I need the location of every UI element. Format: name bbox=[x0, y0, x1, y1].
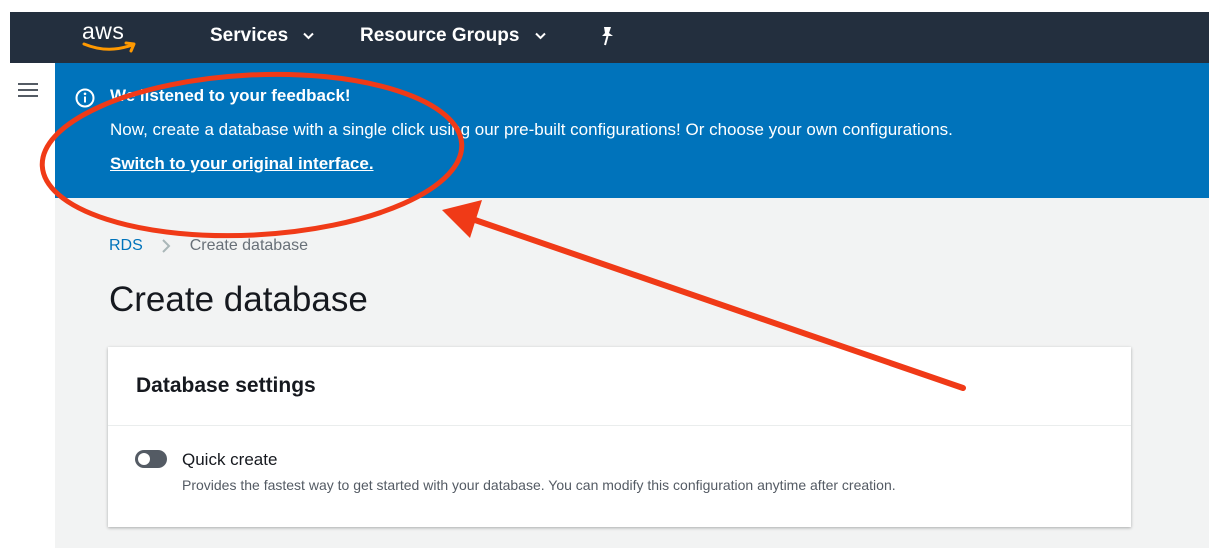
panel-header: Database settings bbox=[108, 347, 1131, 426]
banner-message: Now, create a database with a single cli… bbox=[110, 120, 953, 139]
database-settings-panel: Database settings Quick create Provides … bbox=[108, 347, 1131, 527]
resource-groups-label: Resource Groups bbox=[360, 25, 520, 46]
resource-groups-menu-button[interactable]: Resource Groups bbox=[360, 25, 546, 47]
toggle-knob bbox=[138, 453, 150, 465]
hamburger-menu-icon[interactable] bbox=[18, 82, 38, 98]
banner-title: We listened to your feedback! bbox=[110, 86, 351, 105]
breadcrumb-rds-link[interactable]: RDS bbox=[109, 237, 143, 254]
feedback-info-banner: We listened to your feedback! Now, creat… bbox=[55, 63, 1209, 198]
pin-icon[interactable] bbox=[598, 26, 616, 46]
breadcrumb-current: Create database bbox=[189, 237, 308, 254]
breadcrumb: RDS Create database bbox=[109, 237, 308, 255]
chevron-right-icon bbox=[162, 239, 171, 253]
left-rail bbox=[0, 63, 56, 548]
chevron-down-icon bbox=[303, 32, 315, 40]
aws-logo[interactable]: aws bbox=[82, 16, 142, 58]
page-title: Create database bbox=[109, 280, 368, 319]
quick-create-description: Provides the fastest way to get started … bbox=[182, 477, 896, 493]
aws-smile-icon bbox=[82, 41, 136, 53]
services-menu-button[interactable]: Services bbox=[210, 25, 315, 47]
panel-title: Database settings bbox=[136, 374, 316, 397]
quick-create-label: Quick create bbox=[182, 450, 278, 469]
quick-create-toggle[interactable] bbox=[135, 450, 167, 468]
chevron-down-icon bbox=[535, 32, 546, 40]
main-content: RDS Create database Create database Data… bbox=[55, 198, 1209, 548]
top-nav-bar: aws Services Resource Groups bbox=[10, 12, 1209, 63]
switch-to-original-interface-link[interactable]: Switch to your original interface. bbox=[110, 154, 374, 174]
services-label: Services bbox=[210, 25, 289, 46]
info-icon bbox=[75, 88, 95, 108]
